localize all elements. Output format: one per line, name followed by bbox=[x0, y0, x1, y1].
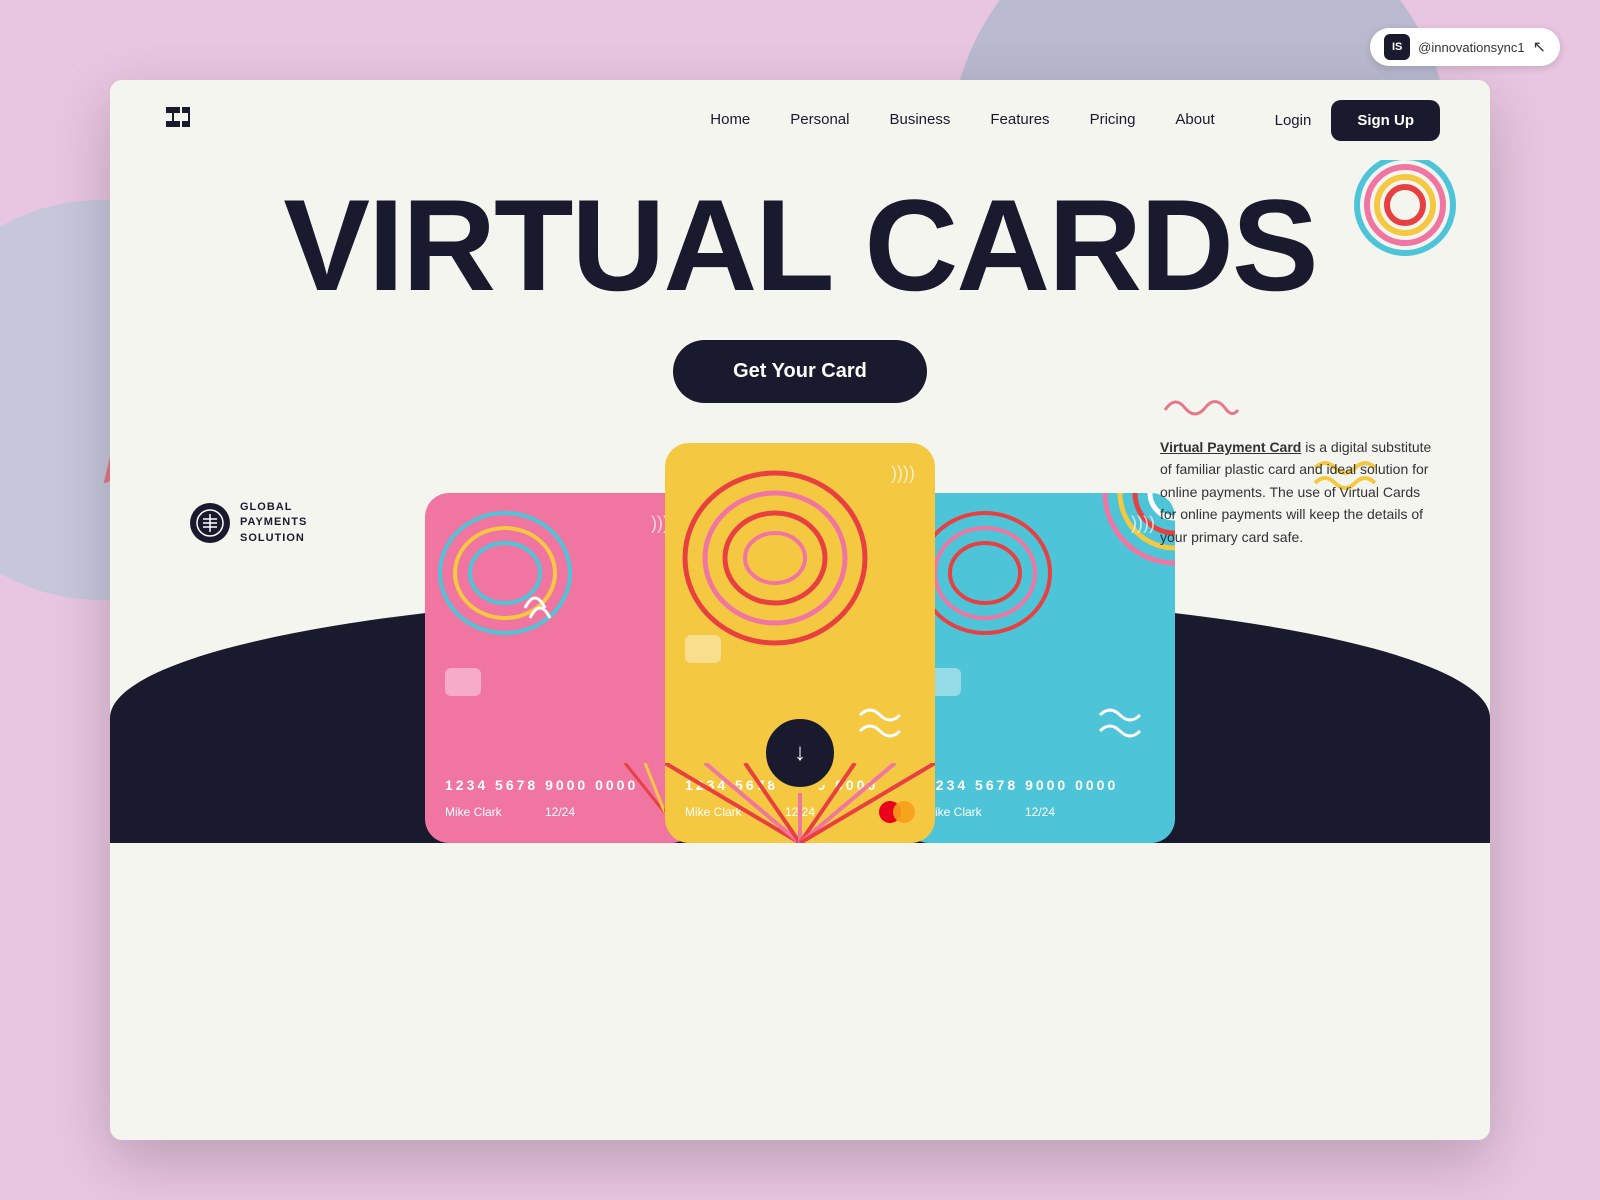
card-blue-wavy bbox=[1095, 703, 1165, 753]
cursor-badge: IS @innovationsync1 ↖ bbox=[1370, 28, 1560, 66]
browser-window: Home Personal Business Features Pricing … bbox=[110, 80, 1490, 1140]
card-blue-contactless: )))) bbox=[1131, 513, 1155, 534]
description-section: Virtual Payment Card is a digital substi… bbox=[1160, 390, 1440, 548]
card-pink-expiry: 12/24 bbox=[545, 805, 575, 819]
card-pink-name: Mike Clark bbox=[445, 805, 502, 819]
card-blue-expiry: 12/24 bbox=[1025, 805, 1055, 819]
download-icon: ↓ bbox=[794, 739, 806, 767]
download-button[interactable]: ↓ bbox=[760, 713, 840, 793]
nav-about[interactable]: About bbox=[1175, 111, 1214, 128]
hero-title: VIRTUAL CARDS bbox=[160, 180, 1440, 310]
logo bbox=[160, 99, 196, 142]
cursor-badge-initials: IS bbox=[1384, 34, 1410, 60]
cursor-badge-username: @innovationsync1 bbox=[1418, 40, 1524, 55]
cursor-icon: ↖ bbox=[1533, 37, 1546, 57]
card-pink: )))) 1234 5678 9000 0000 Mike Clark 12/2… bbox=[425, 493, 695, 843]
cta-button[interactable]: Get Your Card bbox=[673, 340, 927, 403]
rainbow-decoration bbox=[1350, 150, 1460, 265]
nav-personal[interactable]: Personal bbox=[790, 111, 849, 128]
card-yellow-swirl bbox=[675, 458, 875, 658]
card-blue-swirl bbox=[915, 508, 1055, 638]
partner-logo: GLOBAL PAYMENTS SOLUTION bbox=[190, 500, 307, 546]
nav-features[interactable]: Features bbox=[990, 111, 1049, 128]
card-yellow-contactless: )))) bbox=[891, 463, 915, 484]
card-yellow-wavy bbox=[855, 703, 925, 753]
signup-button[interactable]: Sign Up bbox=[1331, 100, 1440, 141]
partner-text: GLOBAL PAYMENTS SOLUTION bbox=[240, 500, 307, 546]
nav-actions: Login Sign Up bbox=[1275, 100, 1440, 141]
hero-section: VIRTUAL CARDS Get Your Card Virtual Paym… bbox=[110, 160, 1490, 843]
squiggle-decoration bbox=[1160, 390, 1440, 428]
description-bold: Virtual Payment Card bbox=[1160, 439, 1301, 455]
card-pink-number: 1234 5678 9000 0000 bbox=[445, 777, 638, 793]
login-button[interactable]: Login bbox=[1275, 112, 1312, 129]
card-pink-chip bbox=[445, 668, 481, 696]
nav-pricing[interactable]: Pricing bbox=[1090, 111, 1136, 128]
card-blue: )))) 1234 5678 9000 0000 Mike Clark 12/2… bbox=[905, 493, 1175, 843]
nav-links: Home Personal Business Features Pricing … bbox=[710, 111, 1214, 129]
partner-emblem bbox=[190, 503, 230, 543]
nav-home[interactable]: Home bbox=[710, 111, 750, 128]
card-pink-swirl bbox=[435, 508, 575, 638]
card-blue-number: 1234 5678 9000 0000 bbox=[925, 777, 1118, 793]
card-yellow-chip bbox=[685, 635, 721, 663]
navbar: Home Personal Business Features Pricing … bbox=[110, 80, 1490, 160]
description-text: Virtual Payment Card is a digital substi… bbox=[1160, 436, 1440, 548]
nav-business[interactable]: Business bbox=[889, 111, 950, 128]
